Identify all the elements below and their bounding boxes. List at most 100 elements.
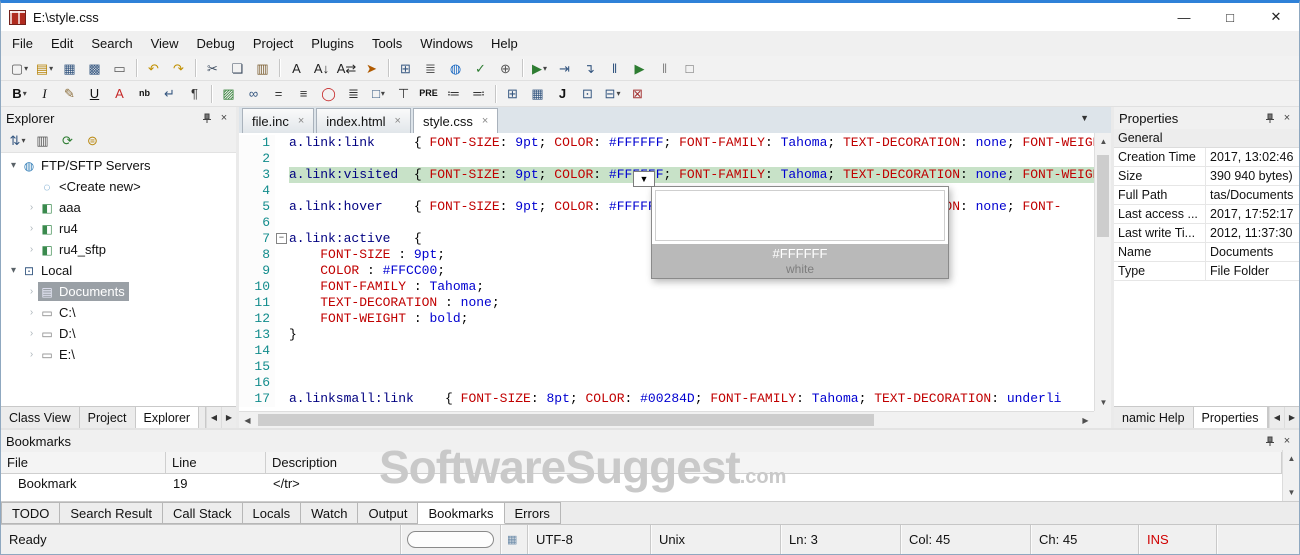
dropdown-arrow-icon[interactable]: ▾ [21,136,25,145]
save-button[interactable]: ▦ [58,58,81,79]
tree-item-ftp-sftp-servers[interactable]: ▾◍FTP/SFTP Servers [1,155,236,176]
close-tab-icon[interactable]: × [482,115,488,127]
panel-tab-explorer[interactable]: Explorer [136,407,200,428]
close-panel-icon[interactable]: × [1280,111,1294,125]
pencil-edit-button[interactable]: ✎ [58,83,81,104]
dropdown-arrow-icon[interactable]: ▾ [24,64,28,73]
step-into-button[interactable]: ↴ [578,58,601,79]
dropdown-arrow-icon[interactable]: ▾ [49,64,53,73]
panel-tab-properties[interactable]: Properties [1194,407,1268,428]
run-to-cursor-button[interactable]: ▶ [628,58,651,79]
sort-az-button[interactable]: ⇅▾ [6,130,29,151]
property-row-last-write-ti[interactable]: Last write Ti...2012, 11:37:30 [1114,224,1299,243]
code-text[interactable]: a.linksmall:link { FONT-SIZE: 8pt; COLOR… [289,391,1111,407]
expand-icon[interactable]: › [25,244,38,255]
unordered-list-button[interactable]: ≕ [467,83,490,104]
tree-item-body[interactable]: ◧aaa [38,198,85,217]
browser-preview-button[interactable]: ◍ [444,58,467,79]
close-tab-icon[interactable]: × [395,115,401,127]
code-text[interactable]: TEXT-DECORATION : none; [289,295,1111,311]
code-text[interactable]: FONT-WEIGHT : bold; [289,311,1111,327]
close-tab-icon[interactable]: × [298,115,304,127]
expand-icon[interactable]: › [25,349,38,360]
anchor-link-button[interactable]: ∞ [242,83,265,104]
open-file-button[interactable]: ▤▾ [33,58,56,79]
paste-button[interactable]: ▥ [251,58,274,79]
close-panel-icon[interactable]: × [217,111,231,125]
scroll-up-icon[interactable]: ▲ [1095,133,1112,150]
tree-item-d[interactable]: ›▭D:\ [1,323,236,344]
property-row-full-path[interactable]: Full Pathtas/Documents [1114,186,1299,205]
code-text[interactable] [289,359,1111,375]
menu-debug[interactable]: Debug [188,31,244,56]
insert-image-button[interactable]: ▨ [217,83,240,104]
horizontal-scrollbar[interactable]: ◀ ▶ [239,411,1094,428]
tree-item-body[interactable]: ▭E:\ [38,345,79,364]
bottom-tab-search-result[interactable]: Search Result [60,502,163,524]
paragraph-button[interactable]: ¶ [183,83,206,104]
panel-tab-class-view[interactable]: Class View [1,407,80,428]
table-cell-button[interactable]: ⊡ [576,83,599,104]
new-document-button[interactable]: ▢▾ [8,58,31,79]
undo-button[interactable]: ↶ [142,58,165,79]
bottom-tab-output[interactable]: Output [358,502,418,524]
pin-icon[interactable] [199,111,213,125]
expand-icon[interactable]: › [25,202,38,213]
menu-windows[interactable]: Windows [411,31,482,56]
menu-file[interactable]: File [3,31,42,56]
expand-icon[interactable]: › [25,223,38,234]
code-text[interactable]: a.link:link { FONT-SIZE: 9pt; COLOR: #FF… [289,135,1111,151]
tree-item-e[interactable]: ›▭E:\ [1,344,236,365]
underline-button[interactable]: U [83,83,106,104]
property-row-last-access[interactable]: Last access ...2017, 17:52:17 [1114,205,1299,224]
pre-format-button[interactable]: PRE [417,83,440,104]
delete-table-button[interactable]: ⊠ [626,83,649,104]
scroll-right-icon[interactable]: ▶ [1077,412,1094,429]
tree-item-documents[interactable]: ›▤Documents [1,281,236,302]
collapse-icon[interactable]: ▾ [7,265,20,276]
pin-icon[interactable] [1262,111,1276,125]
circle-shape-button[interactable]: ◯ [317,83,340,104]
menu-edit[interactable]: Edit [42,31,82,56]
table-properties-button[interactable]: ⊟▾ [601,83,624,104]
collapse-icon[interactable]: ▾ [7,160,20,171]
bottom-tab-todo[interactable]: TODO [1,502,60,524]
scroll-down-icon[interactable]: ▼ [1095,394,1112,411]
menu-plugins[interactable]: Plugins [302,31,363,56]
bookmark-row[interactable]: Bookmark19</tr> [1,474,1299,493]
file-view-button[interactable]: ▥ [31,130,54,151]
align-justify-button[interactable]: ≣ [342,83,365,104]
tab-scroll-right-icon[interactable]: ▶ [221,407,236,428]
menu-help[interactable]: Help [482,31,527,56]
editor-tab-file-inc[interactable]: file.inc× [242,108,314,133]
tree-item-ru4-sftp[interactable]: ›◧ru4_sftp [1,239,236,260]
run-button[interactable]: ▶▾ [528,58,551,79]
goto-button[interactable]: ➤ [360,58,383,79]
close-panel-icon[interactable]: × [1280,434,1294,448]
dropdown-arrow-icon[interactable]: ▾ [616,89,620,98]
pause-debug-button[interactable]: ‖ [653,58,676,79]
tab-scroll-left-icon[interactable]: ◀ [206,407,221,428]
font-color-button[interactable]: A [108,83,131,104]
stop-button[interactable]: □ [678,58,701,79]
redo-button[interactable]: ↷ [167,58,190,79]
refresh-button[interactable]: ⟳ [56,130,79,151]
tree-item-body[interactable]: ◍FTP/SFTP Servers [20,156,155,175]
maximize-button[interactable]: □ [1207,3,1253,31]
tab-scroll-right-icon[interactable]: ▶ [1284,407,1299,428]
bookmarks-scrollbar[interactable]: ▲ ▼ [1282,450,1299,501]
scroll-left-icon[interactable]: ◀ [239,412,256,429]
non-breaking-space-button[interactable]: nb [133,83,156,104]
close-button[interactable]: ✕ [1253,3,1299,31]
code-editor[interactable]: 1a.link:link { FONT-SIZE: 9pt; COLOR: #F… [239,133,1111,428]
menu-search[interactable]: Search [82,31,141,56]
tab-list-icon[interactable]: ▼ [1080,113,1089,123]
code-text[interactable]: FONT-FAMILY : Tahoma; [289,279,1111,295]
code-text[interactable] [289,151,1111,167]
tree-item-body[interactable]: ▭D:\ [38,324,80,343]
code-text[interactable] [289,343,1111,359]
save-all-button[interactable]: ▩ [83,58,106,79]
calendar-button[interactable]: ▦ [526,83,549,104]
bold-button[interactable]: B▾ [8,83,31,104]
align-top-button[interactable]: ⊤ [392,83,415,104]
